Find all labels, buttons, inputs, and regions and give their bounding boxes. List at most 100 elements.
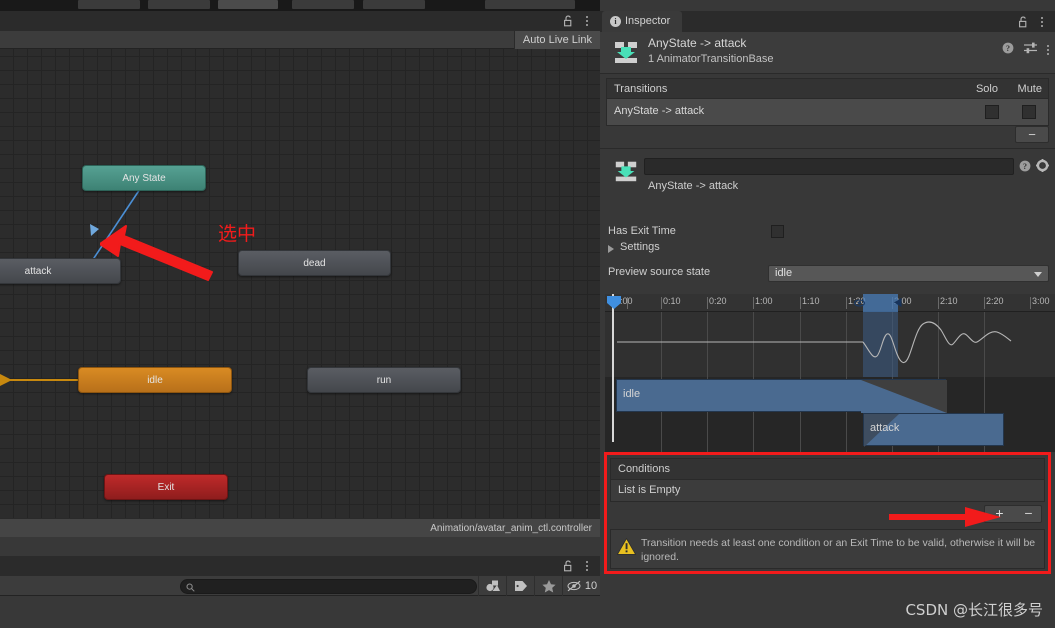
motion-preview-curve: [617, 321, 1012, 364]
transition-end-handle-icon[interactable]: [893, 297, 903, 311]
has-exit-time-checkbox[interactable]: [771, 225, 784, 238]
lock-open-icon[interactable]: [563, 560, 574, 572]
conditions-empty-row: List is Empty: [610, 480, 1045, 502]
triangle-right-icon[interactable]: [608, 245, 614, 253]
animator-toolbar: Auto Live Link: [0, 31, 600, 49]
has-exit-time-label: Has Exit Time: [608, 225, 676, 237]
preset-icon[interactable]: [1023, 42, 1037, 57]
timeline-clip-attack[interactable]: attack: [863, 413, 1004, 447]
info-icon: i: [610, 15, 621, 27]
tab-inspector-label: Inspector: [625, 15, 671, 27]
add-condition-button[interactable]: +: [985, 506, 1014, 522]
annotation-text: 选中: [218, 223, 257, 245]
state-node-exit[interactable]: Exit: [104, 474, 228, 500]
inspector-title: AnyState -> attack: [648, 36, 747, 50]
ruler-tick: 2:20: [986, 296, 1004, 306]
clip-fadeout-triangle: [861, 380, 947, 413]
conditions-empty-label: List is Empty: [618, 484, 681, 496]
state-node-run[interactable]: run: [307, 367, 461, 393]
table-row[interactable]: AnyState -> attack: [606, 99, 1049, 126]
timeline-curve-area[interactable]: [605, 312, 1055, 377]
help-icon[interactable]: ?: [1002, 42, 1014, 57]
state-node-any-state[interactable]: Any State: [82, 165, 206, 191]
section-divider: [600, 148, 1055, 149]
auto-live-link-button[interactable]: Auto Live Link: [513, 31, 600, 49]
object-field-input[interactable]: [644, 158, 1014, 175]
toolbar-stub-1[interactable]: [78, 0, 140, 9]
ruler-tick: 1:00: [755, 296, 773, 306]
transition-timeline[interactable]: 0:00 0:10 0:20 1:00 1:10 1:20 2:00 2:10 …: [605, 294, 1055, 452]
animator-panel: Auto Live Link Any State attack dead idl…: [0, 11, 600, 556]
project-panel: 10: [0, 556, 600, 628]
animator-tabbar: [0, 11, 600, 31]
playhead-marker-icon[interactable]: [606, 295, 622, 309]
kebab-menu-icon[interactable]: [582, 559, 592, 573]
conditions-warning-text: Transition needs at least one condition …: [641, 537, 1036, 563]
search-input[interactable]: [180, 579, 477, 594]
label-filter-icon[interactable]: [506, 576, 534, 596]
animator-transition-icon: [613, 158, 639, 184]
state-node-label: Any State: [122, 173, 166, 184]
warning-triangle-icon: [616, 537, 637, 558]
ruler-tick: 3:00: [1032, 296, 1050, 306]
hidden-count-label: 10: [584, 580, 598, 592]
conditions-warning: Transition needs at least one condition …: [610, 529, 1045, 569]
clip-label: idle: [623, 388, 641, 400]
timeline-playhead[interactable]: [612, 294, 614, 442]
ruler-tick: 0:10: [663, 296, 681, 306]
svg-text:?: ?: [1006, 44, 1010, 53]
transition-start-handle-icon[interactable]: [853, 298, 866, 311]
timeline-clip-idle[interactable]: idle: [616, 379, 947, 413]
solo-checkbox[interactable]: [985, 105, 999, 119]
state-node-label: run: [376, 375, 392, 386]
gear-icon[interactable]: [1036, 159, 1049, 175]
animator-state-graph[interactable]: Any State attack dead idle run Exit 选中: [0, 49, 600, 518]
conditions-add-remove-group: + −: [984, 505, 1042, 523]
animator-controller-path: Animation/avatar_anim_ctl.controller: [0, 518, 600, 537]
state-node-label: dead: [303, 258, 326, 269]
toolbar-stub-2[interactable]: [148, 0, 210, 9]
ruler-tick: 1:10: [802, 296, 820, 306]
remove-condition-button[interactable]: −: [1014, 506, 1043, 522]
conditions-header: Conditions: [610, 458, 1045, 480]
tab-inspector[interactable]: i Inspector: [602, 11, 683, 32]
settings-foldout-label[interactable]: Settings: [620, 241, 660, 253]
kebab-menu-icon[interactable]: [582, 14, 592, 28]
toolbar-stub-4[interactable]: [292, 0, 354, 9]
transitions-label: Transitions: [614, 83, 668, 95]
preview-source-state-dropdown[interactable]: idle: [768, 265, 1049, 282]
lock-open-icon[interactable]: [563, 15, 574, 27]
remove-transition-button[interactable]: −: [1015, 126, 1049, 143]
hidden-items-indicator[interactable]: 10: [562, 576, 600, 596]
search-icon: [186, 583, 195, 596]
timeline-clip-rows[interactable]: idle attack: [605, 377, 1055, 452]
inspector-subtitle: 1 AnimatorTransitionBase: [648, 53, 774, 65]
project-tabbar: [0, 556, 600, 576]
lock-open-icon[interactable]: [1018, 16, 1029, 28]
toolbar-stub-3[interactable]: [218, 0, 278, 9]
inspector-header-icons: ?: [995, 42, 1049, 57]
timeline-ruler[interactable]: 0:00 0:10 0:20 1:00 1:10 1:20 2:00 2:10 …: [605, 294, 1055, 312]
toolbar-stub-5[interactable]: [363, 0, 425, 9]
favorites-filter-icon[interactable]: [534, 576, 562, 596]
transition-name-label: AnyState -> attack: [648, 180, 739, 192]
kebab-menu-icon[interactable]: [1047, 43, 1049, 57]
conditions-section: Conditions List is Empty + − Transition …: [604, 452, 1051, 574]
project-content-area[interactable]: [0, 596, 600, 628]
transition-object-row: ? AnyState -> attack: [600, 154, 1055, 206]
toolbar-stub-6[interactable]: [485, 0, 575, 9]
mute-checkbox[interactable]: [1022, 105, 1036, 119]
ruler-tick: 2:10: [940, 296, 958, 306]
asset-type-filter-icon[interactable]: [478, 576, 506, 596]
state-node-idle[interactable]: idle: [78, 367, 232, 393]
watermark-text: CSDN @长江很多号: [905, 601, 1043, 619]
ruler-tick: 0:20: [709, 296, 727, 306]
mute-column-label: Mute: [1017, 83, 1042, 95]
transitions-list: Transitions Solo Mute AnyState -> attack: [606, 78, 1049, 126]
state-node-attack[interactable]: attack: [0, 258, 121, 284]
help-icon[interactable]: ?: [1019, 160, 1031, 175]
state-node-dead[interactable]: dead: [238, 250, 391, 276]
inspector-body: Transitions Solo Mute AnyState -> attack…: [600, 74, 1055, 628]
project-toolbar: 10: [0, 576, 600, 596]
kebab-menu-icon[interactable]: [1037, 15, 1047, 29]
